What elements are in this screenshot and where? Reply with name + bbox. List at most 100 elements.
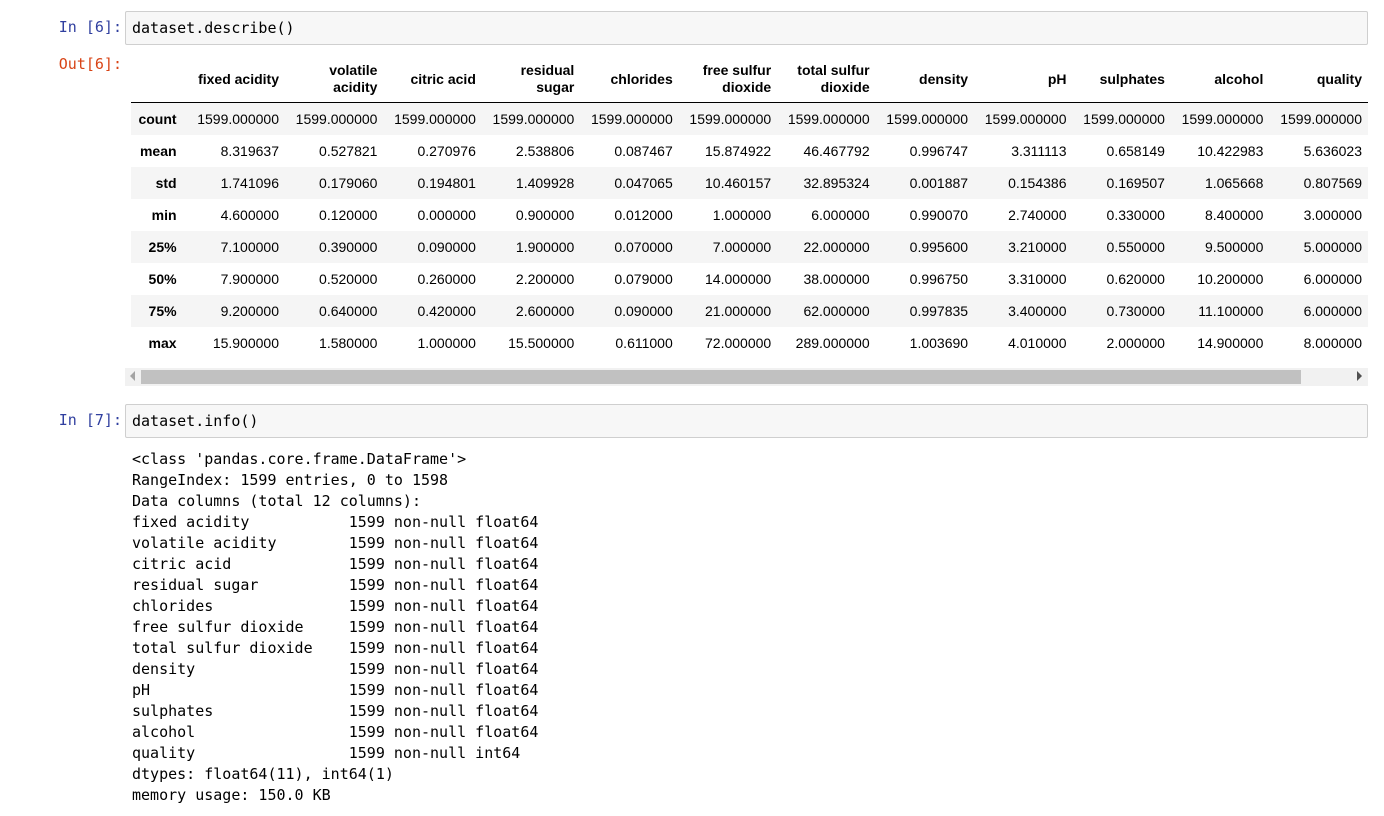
row-label: 25%: [148, 238, 177, 255]
code-text: dataset.describe(): [132, 19, 295, 37]
table-cell: 0.260000: [417, 270, 476, 287]
table-cell: 0.154386: [1008, 174, 1067, 191]
table-cell: 0.090000: [614, 302, 673, 319]
table-cell: 1.000000: [417, 334, 476, 351]
index-header: [131, 56, 187, 103]
output-line: memory usage: 150.0 KB: [132, 786, 331, 804]
table-row: std 1.741096 0.179060 0.194801 1.409928 0.047…: [131, 166, 1368, 199]
describe-table: fixed acidity volatile acidity citric acid r…: [131, 56, 1368, 359]
output-line: free sulfur dioxide 1599 non-null float6…: [132, 618, 539, 636]
table-cell: 0.550000: [1106, 238, 1165, 255]
table-cell: 1599.000000: [197, 110, 279, 127]
column-header: pH: [974, 56, 1073, 103]
table-cell: 8.319637: [220, 142, 279, 159]
table-cell: 7.100000: [220, 238, 279, 255]
scroll-left-arrow-icon[interactable]: [130, 371, 135, 381]
code-input-area[interactable]: dataset.describe(): [125, 11, 1368, 45]
output-line: sulphates 1599 non-null float64: [132, 702, 539, 720]
table-cell: 2.600000: [515, 302, 575, 319]
table-cell: 3.400000: [1008, 302, 1067, 319]
table-cell: 1599.000000: [394, 110, 476, 127]
output-line: dtypes: float64(11), int64(1): [132, 765, 394, 783]
scrollbar-thumb[interactable]: [141, 370, 1301, 384]
table-cell: 0.611000: [615, 334, 673, 351]
table-cell: 3.210000: [1008, 238, 1067, 255]
horizontal-scrollbar[interactable]: [125, 368, 1368, 386]
row-label: 75%: [148, 302, 177, 319]
column-header-text: total sulfur: [797, 62, 870, 78]
table-cell: 6.000000: [1303, 302, 1362, 319]
row-label: mean: [139, 142, 177, 159]
table-cell: 0.730000: [1106, 302, 1165, 319]
table-cell: 6.000000: [1303, 270, 1362, 287]
table-cell: 32.895324: [803, 174, 870, 191]
table-cell: 2.200000: [515, 270, 575, 287]
table-cell: 2.538806: [515, 142, 575, 159]
table-cell: 1599.000000: [1181, 110, 1264, 127]
row-label: std: [155, 174, 177, 191]
column-header-text: density: [919, 70, 969, 87]
table-cell: 7.000000: [712, 238, 772, 255]
column-header-text: pH: [1047, 70, 1067, 87]
table-cell: 0.658149: [1106, 142, 1165, 159]
column-header: sulphates: [1072, 56, 1171, 103]
table-cell: 4.600000: [220, 206, 279, 223]
row-label: count: [138, 110, 177, 127]
column-header-text: acidity: [333, 79, 378, 95]
table-cell: 3.311113: [1011, 142, 1067, 159]
column-header-text: alcohol: [1214, 70, 1264, 87]
column-header: fixed acidity: [186, 56, 285, 103]
table-cell: 0.996747: [909, 142, 969, 159]
column-header: chlorides: [580, 56, 679, 103]
table-cell: 10.200000: [1197, 270, 1264, 287]
table-cell: 72.000000: [705, 334, 772, 351]
table-cell: 3.310000: [1008, 270, 1067, 287]
table-cell: 0.640000: [319, 302, 378, 319]
column-header-text: citric acid: [410, 70, 476, 87]
code-text: dataset.info(): [132, 412, 259, 430]
table-cell: 0.047065: [614, 174, 673, 191]
stdout-output: <class 'pandas.core.frame.DataFrame'> Ra…: [132, 449, 538, 806]
table-cell: 6.000000: [811, 206, 870, 223]
output-line: Data columns (total 12 columns):: [132, 492, 421, 510]
table-cell: 22.000000: [803, 238, 870, 255]
table-cell: 11.100000: [1198, 302, 1264, 319]
input-prompt: In [7]:: [58, 411, 122, 429]
table-cell: 15.500000: [508, 334, 575, 351]
column-header: residual sugar: [481, 56, 581, 103]
table-cell: 0.620000: [1106, 270, 1165, 287]
output-line: RangeIndex: 1599 entries, 0 to 1598: [132, 471, 449, 489]
table-cell: 1.741096: [220, 174, 279, 191]
table-cell: 0.420000: [417, 302, 476, 319]
table-cell: 1.409928: [515, 174, 575, 191]
table-cell: 14.000000: [705, 270, 772, 287]
table-cell: 0.120000: [319, 206, 378, 223]
column-header-text: dioxide: [820, 79, 870, 95]
column-header: free sulfur dioxide: [678, 56, 778, 103]
table-row: mean 8.319637 0.527821 0.270976 2.538806 0.08…: [131, 135, 1368, 167]
table-cell: 21.000000: [705, 302, 772, 319]
output-line: citric acid 1599 non-null float64: [132, 555, 539, 573]
column-header-text: chlorides: [610, 70, 673, 87]
scroll-right-arrow-icon[interactable]: [1357, 371, 1362, 381]
table-cell: 1599.000000: [1083, 110, 1165, 127]
column-header-text: dioxide: [722, 79, 772, 95]
column-header: quality: [1269, 56, 1368, 103]
column-header: volatile acidity: [285, 56, 384, 103]
table-cell: 1599.000000: [492, 110, 575, 127]
table-cell: 1.000000: [712, 206, 772, 223]
code-input-area[interactable]: dataset.info(): [125, 404, 1368, 438]
table-cell: 1599.000000: [886, 110, 969, 127]
output-prompt: Out[6]:: [58, 55, 122, 73]
table-cell: 0.070000: [614, 238, 673, 255]
output-line: pH 1599 non-null float64: [132, 681, 539, 699]
table-cell: 1599.000000: [590, 110, 673, 127]
table-cell: 1599.000000: [984, 110, 1067, 127]
table-cell: 10.460157: [705, 174, 772, 191]
column-header-text: volatile: [329, 62, 378, 78]
table-cell: 0.194801: [417, 174, 476, 191]
table-cell: 0.995600: [909, 238, 969, 255]
row-label: max: [148, 334, 177, 351]
column-header-text: quality: [1316, 70, 1362, 87]
table-cell: 0.169507: [1106, 174, 1165, 191]
